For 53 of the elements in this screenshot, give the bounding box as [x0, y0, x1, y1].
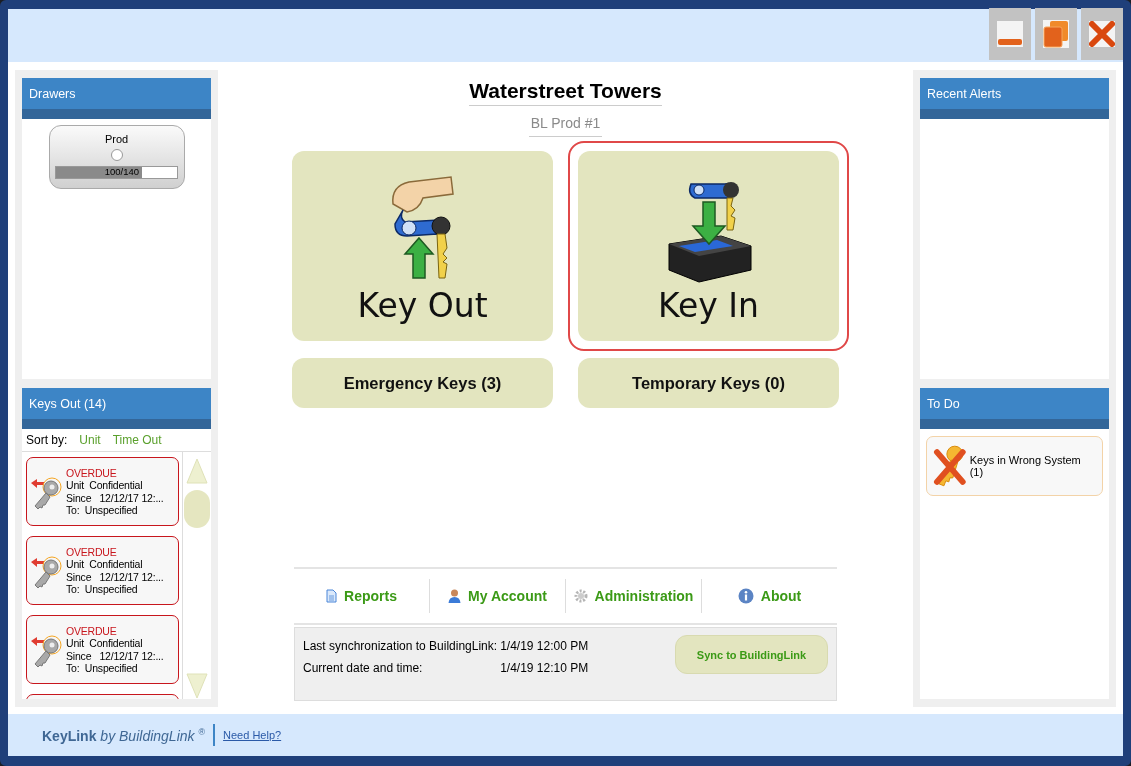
sync-time: 1/4/19 12:00 PM	[500, 639, 589, 653]
to-text: To: Unspecified	[66, 662, 139, 675]
unit-text: Unit Confidential	[66, 479, 144, 492]
keys-button[interactable]: Emergency Keys (3)	[292, 358, 553, 408]
nav-link[interactable]: Administration	[566, 588, 701, 604]
since-text: Since 12/12/17 12:...	[66, 649, 164, 662]
restore-button[interactable]	[1035, 8, 1077, 60]
to-text: To: Unspecified	[66, 504, 139, 517]
drawer-tile[interactable]: Prod 100/140	[48, 125, 185, 189]
unit-text: Unit Confidential	[66, 637, 144, 650]
drawer-name: Prod	[104, 133, 129, 145]
key-in-button[interactable]: Key In	[578, 151, 839, 341]
todo-item[interactable]: Keys in Wrong System (1)	[926, 436, 1103, 496]
since-text: Since 12/12/17 12:...	[66, 570, 164, 583]
status-text: OVERDUE	[66, 545, 118, 558]
key-error-icon	[933, 444, 967, 488]
key-card[interactable]: OVERDUE Unit Confidential Since 12/12/17 12:... To: Unspecified	[26, 615, 179, 684]
brand-logo: KeyLink by BuildingLink $^{®}$	[42, 726, 206, 744]
status-text: OVERDUE	[66, 624, 118, 637]
key-card[interactable]: OVERDUE Unit Confidential Since 12/12/17 12:... To: Unspecified	[26, 536, 179, 605]
restore-icon	[1043, 20, 1069, 48]
nav-link[interactable]: Reports	[294, 588, 429, 604]
unit-text: Unit Confidential	[66, 558, 144, 571]
sync-label: Last synchronization to BuildingLink:	[303, 639, 498, 653]
scroll-thumb[interactable]	[184, 490, 210, 528]
sort-label: Sort by:	[26, 433, 68, 447]
current-time: 1/4/19 12:10 PM	[500, 661, 589, 675]
building-title: Waterstreet Towers	[469, 79, 662, 106]
minimize-button[interactable]	[989, 8, 1031, 60]
nav-link[interactable]: My Account	[430, 588, 565, 604]
nav-link[interactable]: About	[702, 588, 837, 604]
help-link[interactable]: Need Help?	[223, 729, 282, 741]
to-text: To: Unspecified	[66, 583, 139, 596]
key-out-button[interactable]: Key Out	[292, 151, 553, 341]
close-button[interactable]	[1081, 8, 1123, 60]
station-name: BL Prod #1	[528, 115, 603, 137]
key-card[interactable]: OVERDUE Unit Confidential Since 12/12/17 12:... To: Unspecified	[26, 457, 179, 526]
status-text: OVERDUE	[66, 466, 118, 479]
info-icon	[737, 588, 754, 604]
close-icon	[1089, 21, 1115, 47]
document-icon	[326, 589, 338, 603]
since-text: Since 12/12/17 12:...	[66, 491, 164, 504]
panel-title: To Do	[927, 396, 960, 411]
keys-button[interactable]: Temporary Keys (0)	[578, 358, 839, 408]
panel-title: Recent Alerts	[927, 86, 1002, 101]
minimize-icon	[997, 21, 1023, 47]
panel-title: Drawers	[29, 86, 76, 101]
settings-icon	[573, 589, 588, 603]
status-light	[110, 149, 123, 161]
date-label: Current date and time:	[303, 661, 424, 675]
panel-title: Keys Out (14)	[29, 396, 107, 411]
capacity-count: 100/140	[103, 166, 139, 178]
person-icon	[448, 588, 462, 604]
